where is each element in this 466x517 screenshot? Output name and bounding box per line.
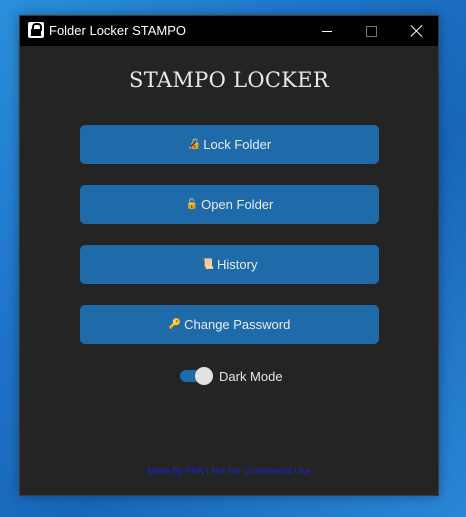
close-icon [411,25,423,37]
scroll-icon: 📜 [201,259,214,270]
minimize-icon [322,30,332,32]
title-bar[interactable]: Folder Locker STAMPO [20,16,438,46]
app-window: Folder Locker STAMPO STAMPO LOCKER 🔏 Loc… [19,15,439,496]
key-icon: 🔑 [168,319,182,330]
app-heading: STAMPO LOCKER [129,68,329,92]
maximize-icon [365,25,377,37]
open-folder-label: Open Folder [201,197,274,212]
change-password-button[interactable]: 🔑 Change Password [80,305,379,344]
maximize-button[interactable] [348,16,394,46]
unlock-icon: 🔓 [185,199,199,210]
close-button[interactable] [394,16,440,46]
dark-mode-label: Dark Mode [219,369,283,384]
lock-with-pen-icon: 🔏 [187,139,201,150]
lock-app-icon [28,22,44,38]
dark-mode-toggle[interactable] [180,367,215,385]
footer-credit: Made By PRK | Not For Commercial Use [147,466,311,476]
open-folder-button[interactable]: 🔓 Open Folder [80,185,379,224]
toggle-knob [195,367,213,385]
lock-folder-label: Lock Folder [203,137,272,152]
history-label: History [217,257,258,272]
lock-folder-button[interactable]: 🔏 Lock Folder [80,125,379,164]
minimize-button[interactable] [304,16,350,46]
window-title: Folder Locker STAMPO [49,23,187,38]
change-password-label: Change Password [184,317,291,332]
history-button[interactable]: 📜 History [80,245,379,284]
